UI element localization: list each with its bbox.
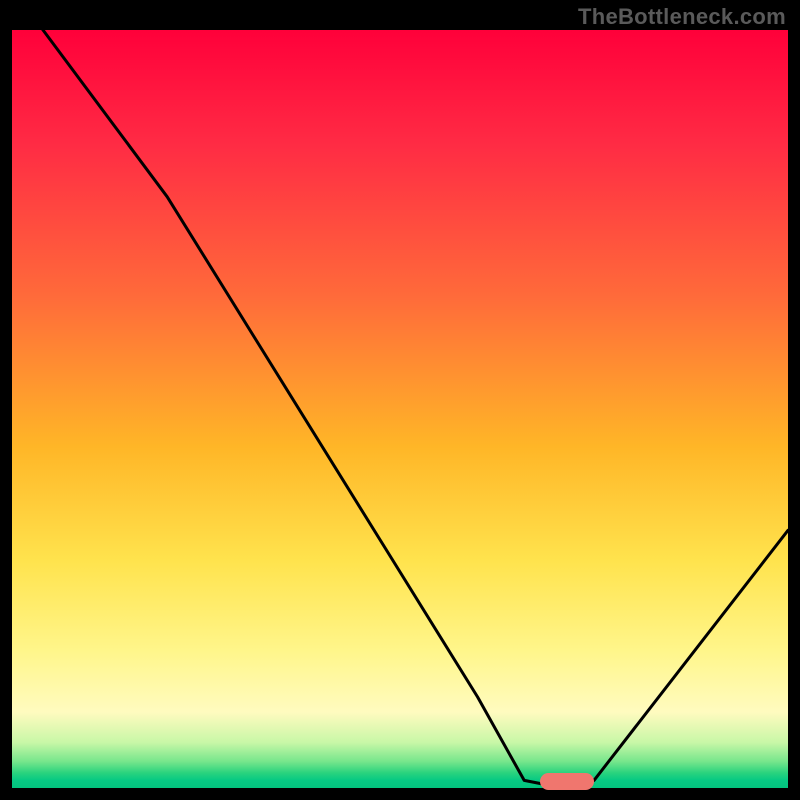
line-series [12, 30, 788, 788]
chart-container: TheBottleneck.com [0, 0, 800, 800]
optimum-marker [540, 773, 594, 790]
plot-area [12, 30, 788, 788]
watermark-text: TheBottleneck.com [578, 4, 786, 30]
